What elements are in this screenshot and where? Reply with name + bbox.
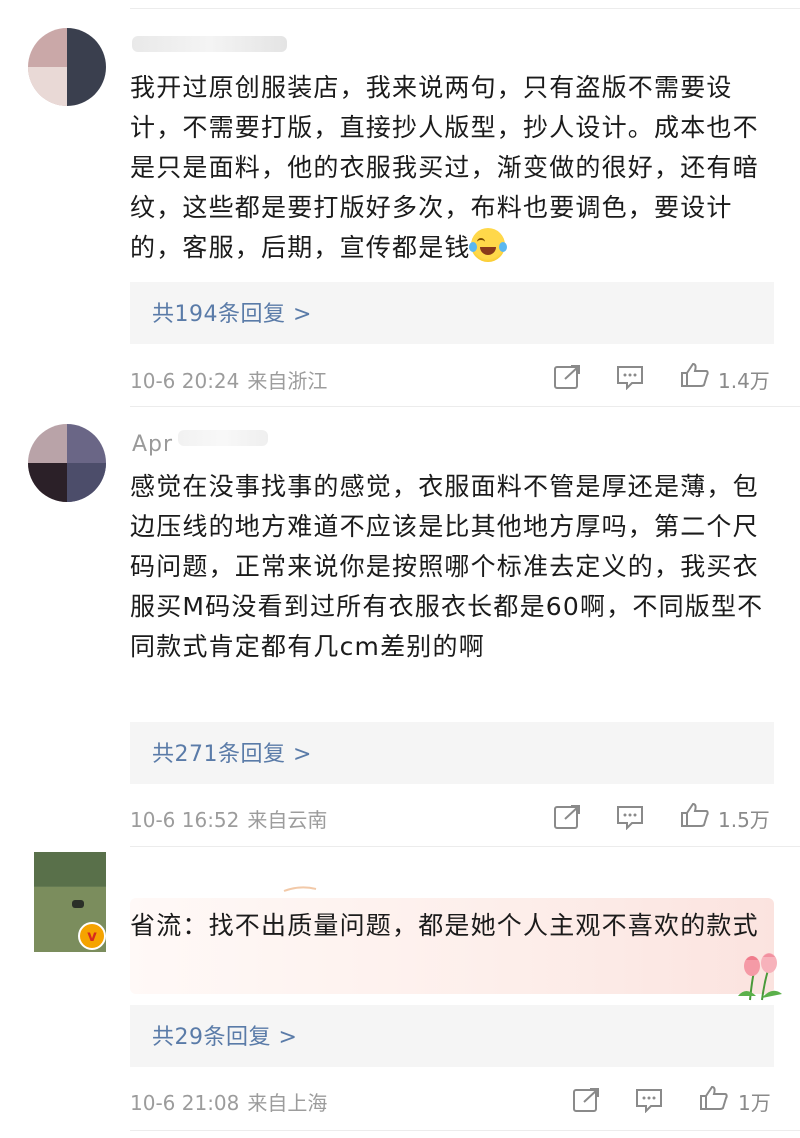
comment-text: 我开过原创服装店，我来说两句，只有盗版不需要设计，不需要打版，直接抄人版型，抄人… — [130, 73, 759, 262]
timestamp: 10-6 16:52 — [130, 808, 240, 832]
location: 来自云南 — [247, 808, 328, 832]
username-blurred[interactable] — [178, 430, 268, 446]
replies-link[interactable]: 共271条回复 > — [130, 722, 774, 784]
timestamp: 10-6 20:24 — [130, 369, 240, 393]
timestamp: 10-6 21:08 — [130, 1091, 240, 1115]
comment-meta: 10-6 21:08 来自上海 — [130, 1087, 327, 1116]
tulip-flowers-icon — [738, 953, 782, 1001]
comment-icon[interactable] — [615, 364, 645, 390]
laughing-crying-emoji — [468, 228, 507, 262]
comment-meta: 10-6 16:52 来自云南 — [130, 804, 327, 833]
divider — [130, 1130, 800, 1131]
replies-link[interactable]: 共29条回复 > — [130, 1005, 774, 1067]
share-icon[interactable] — [553, 364, 583, 390]
comment-text: 省流：找不出质量问题，都是她个人主观不喜欢的款式 — [130, 911, 759, 940]
share-icon[interactable] — [572, 1087, 602, 1113]
like-count: 1.4万 — [718, 369, 770, 393]
avatar-sky — [34, 852, 106, 886]
location: 来自上海 — [247, 1091, 328, 1115]
replies-count: 共271条回复 > — [152, 742, 312, 767]
comment-icon[interactable] — [615, 804, 645, 830]
decoration-icon — [283, 886, 317, 892]
replies-count: 共29条回复 > — [152, 1025, 298, 1050]
like-icon[interactable] — [680, 362, 710, 388]
share-icon[interactable] — [553, 804, 583, 830]
like-icon[interactable] — [680, 802, 710, 828]
username-blurred[interactable] — [132, 36, 287, 52]
verified-badge: v — [78, 922, 106, 950]
location: 来自浙江 — [247, 369, 328, 393]
comment-icon[interactable] — [634, 1087, 664, 1113]
avatar[interactable] — [28, 424, 106, 502]
comment-text: 感觉在没事找事的感觉，衣服面料不管是厚还是薄，包边压线的地方难道不应该是比其他地… — [130, 472, 764, 661]
divider — [130, 406, 800, 407]
avatar-bird — [72, 900, 84, 908]
like-icon[interactable] — [699, 1085, 729, 1111]
divider — [130, 846, 800, 847]
like-count: 1万 — [738, 1091, 771, 1115]
avatar[interactable] — [28, 28, 106, 106]
comment-meta: 10-6 20:24 来自浙江 — [130, 365, 327, 394]
like-count: 1.5万 — [718, 808, 770, 832]
replies-count: 共194条回复 > — [152, 302, 312, 327]
replies-link[interactable]: 共194条回复 > — [130, 282, 774, 344]
divider — [130, 8, 800, 9]
username[interactable]: Apr — [132, 432, 173, 457]
